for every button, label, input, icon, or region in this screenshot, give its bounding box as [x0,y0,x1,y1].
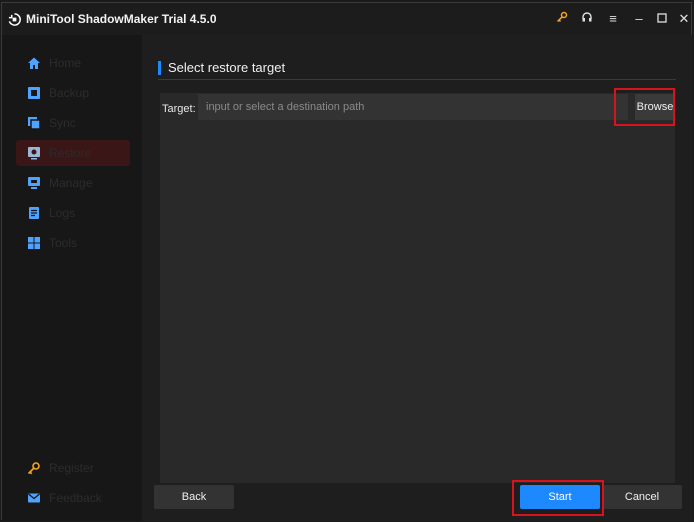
headphones-icon[interactable] [579,11,595,27]
back-button[interactable]: Back [154,485,234,509]
target-label: Target: [162,103,196,115]
sync-icon [28,117,41,130]
sidebar-item-restore[interactable]: Restore [16,140,130,166]
logs-icon [29,207,39,219]
sidebar-item-label: Feedback [49,491,102,505]
key-icon [27,462,40,475]
backup-icon [28,87,40,99]
key-icon[interactable] [554,11,570,27]
sidebar-item-label: Restore [49,146,92,160]
app-logo-icon [8,13,21,26]
manage-icon [28,177,40,189]
sidebar-item-register[interactable]: Register [16,455,130,481]
close-icon[interactable]: ✕ [676,11,692,27]
sidebar-item-label: Home [49,56,82,70]
sidebar-item-backup[interactable]: Backup [16,80,130,106]
start-highlight-box [512,480,604,516]
sidebar-item-label: Logs [49,206,76,220]
sidebar-item-home[interactable]: Home [16,50,130,76]
sidebar-item-label: Tools [49,236,78,250]
sidebar-item-label: Register [49,461,94,475]
sidebar-item-label: Manage [49,176,93,190]
page-title: Select restore target [168,60,286,75]
home-icon [28,57,40,69]
section-accent-bar [158,61,161,75]
sidebar-item-label: Backup [49,86,90,100]
restore-icon [28,147,40,160]
browse-highlight-box [614,88,675,126]
restore-target-panel: Target: Browse [160,93,675,483]
app-window: MiniTool ShadowMaker Trial 4.5.0 ≡ – ✕ H… [1,2,692,521]
sidebar-item-label: Sync [49,116,76,130]
sidebar-item-feedback[interactable]: Feedback [16,485,130,511]
minimize-icon[interactable]: – [631,11,647,27]
sidebar-item-sync[interactable]: Sync [16,110,130,136]
maximize-icon[interactable] [654,11,670,27]
title-bar: MiniTool ShadowMaker Trial 4.5.0 ≡ – ✕ [2,3,691,35]
sidebar-item-manage[interactable]: Manage [16,170,130,196]
cancel-button[interactable]: Cancel [602,485,682,509]
main-content: Select restore target Target: Browse Bac… [142,35,692,521]
tools-icon [28,237,40,249]
section-divider [158,79,676,80]
mail-icon [28,493,40,503]
sidebar-item-tools[interactable]: Tools [16,230,130,256]
menu-icon[interactable]: ≡ [605,11,621,27]
target-path-input[interactable] [198,94,628,120]
app-title: MiniTool ShadowMaker Trial 4.5.0 [26,12,217,26]
sidebar-item-logs[interactable]: Logs [16,200,130,226]
sidebar: Home Backup Sync Restore Manage Logs Too… [2,35,142,521]
